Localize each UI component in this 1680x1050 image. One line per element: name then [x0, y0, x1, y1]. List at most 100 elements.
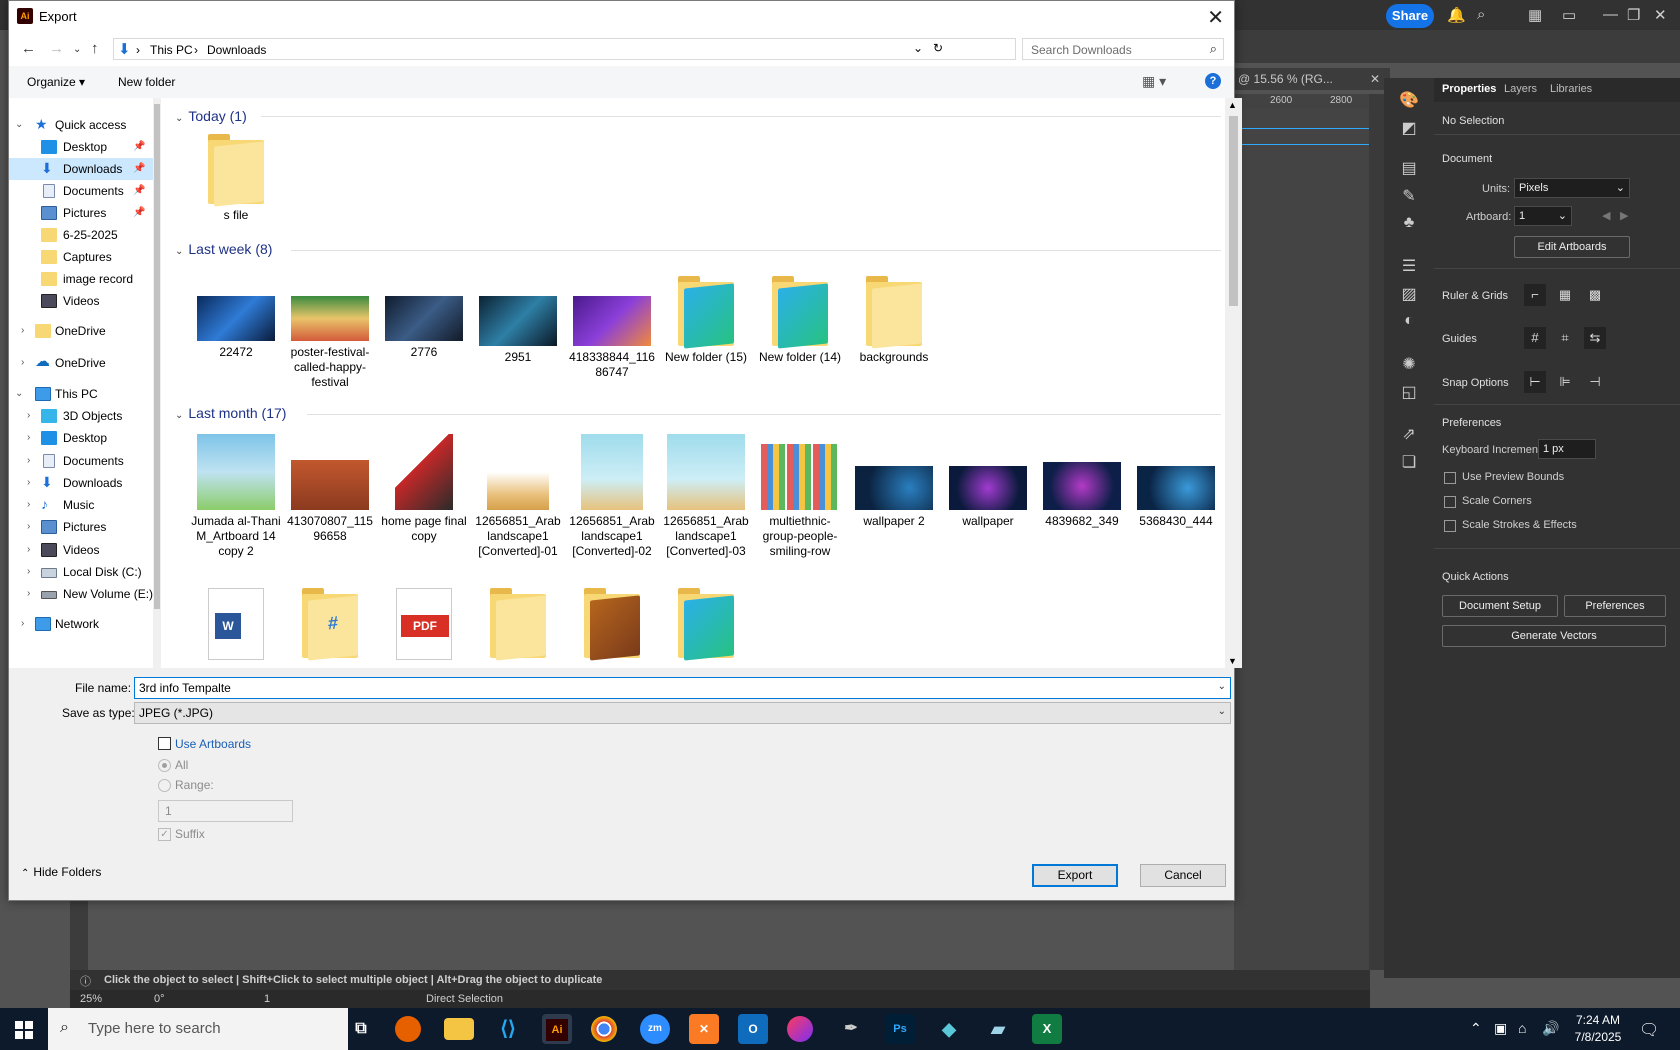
file-tile[interactable]: 12656851_Arab landscape1 [Converted]-03 — [661, 434, 751, 559]
file-tile[interactable]: 4839682_349 — [1037, 434, 1127, 529]
file-tile[interactable]: s file — [191, 134, 281, 223]
folder-tile[interactable]: New folder (14) — [755, 276, 845, 365]
color-icon[interactable]: 🎨 — [1398, 90, 1420, 110]
prev-artboard-icon[interactable]: ◀ — [1602, 209, 1610, 222]
folder-tile[interactable]: backgrounds — [849, 276, 939, 365]
preferences-button[interactable]: Preferences — [1564, 595, 1666, 617]
windows-start-icon[interactable] — [15, 1021, 33, 1039]
gradient-icon[interactable]: ▨ — [1398, 284, 1420, 304]
nav-captures[interactable]: Captures — [9, 246, 155, 268]
zoom-select[interactable]: 25% — [80, 993, 102, 1005]
file-tile[interactable]: multiethnic-group-people-smiling-row — [755, 434, 845, 559]
artboards-icon[interactable]: ❏ — [1398, 452, 1420, 472]
taskbar-clock[interactable]: 7:24 AM 7/8/2025 — [1568, 1012, 1628, 1046]
notifications-icon[interactable]: 🗨 — [1639, 1020, 1659, 1040]
nav-onedrive-personal[interactable]: › OneDrive — [9, 320, 155, 342]
file-tile[interactable]: poster-festival-called-happy-festival — [285, 296, 375, 390]
range-radio[interactable] — [158, 779, 171, 792]
xampp-icon[interactable]: ✕ — [689, 1014, 719, 1044]
file-tile[interactable]: 22472 — [191, 296, 281, 360]
restore-icon[interactable]: ❐ — [1627, 6, 1640, 24]
forward-icon[interactable]: → — [49, 40, 64, 57]
grid-icon[interactable]: ▦ — [1554, 284, 1576, 306]
artboard-select[interactable]: 1 ⌄ — [1514, 206, 1572, 226]
illustrator-taskbar-icon[interactable]: Ai — [542, 1014, 572, 1044]
volume-icon[interactable]: 🔊 — [1542, 1020, 1559, 1037]
export-icon[interactable]: ⇗ — [1398, 424, 1420, 444]
snap-point-icon[interactable]: ⊢ — [1524, 371, 1546, 393]
file-tile[interactable]: W — [191, 588, 281, 660]
chevron-down-icon[interactable]: ⌄ — [913, 41, 923, 55]
edit-artboards-button[interactable]: Edit Artboards — [1514, 236, 1630, 258]
search-icon[interactable]: ⌕ — [1477, 6, 1485, 23]
firefox-icon[interactable] — [395, 1016, 421, 1042]
canvas[interactable] — [1234, 108, 1369, 970]
nav-pc-downloads[interactable]: › ⬇ Downloads — [9, 472, 155, 494]
view-options-icon[interactable]: ▦ ▾ — [1142, 73, 1166, 90]
minimize-icon[interactable]: — — [1603, 6, 1618, 23]
chrome-icon[interactable] — [591, 1016, 617, 1042]
taskbar-search[interactable]: ⌕ Type here to search — [48, 1008, 348, 1050]
tray-app-icon[interactable]: ▣ — [1494, 1020, 1507, 1037]
generate-vectors-button[interactable]: Generate Vectors — [1442, 625, 1666, 647]
app-diamond-icon[interactable]: ◆ — [934, 1014, 964, 1044]
nav-music[interactable]: › ♪ Music — [9, 494, 155, 516]
search-input[interactable]: Search Downloads ⌕ — [1022, 38, 1224, 60]
folder-tile[interactable]: New folder (15) — [661, 276, 751, 365]
nav-desktop[interactable]: Desktop 📌 — [9, 136, 155, 158]
nav-image-record[interactable]: image record — [9, 268, 155, 290]
organize-button[interactable]: Organize ▾ — [27, 75, 85, 89]
nav-new-volume-e[interactable]: › New Volume (E:) — [9, 583, 155, 605]
artboard-nav[interactable]: 1 — [264, 993, 270, 1005]
tab-properties[interactable]: Properties — [1442, 83, 1496, 95]
group-today[interactable]: ⌄ Today (1) — [175, 108, 247, 124]
file-tile[interactable]: home page final copy — [379, 434, 469, 544]
nav-folder-6-25-2025[interactable]: 6-25-2025 — [9, 224, 155, 246]
scroll-thumb[interactable] — [1229, 116, 1238, 306]
nav-3d-objects[interactable]: › 3D Objects — [9, 405, 155, 427]
next-artboard-icon[interactable]: ▶ — [1620, 209, 1628, 222]
tab-layers[interactable]: Layers — [1504, 83, 1537, 95]
help-icon[interactable]: ? — [1205, 73, 1221, 89]
units-select[interactable]: Pixels ⌄ — [1514, 178, 1630, 198]
nav-this-pc[interactable]: ⌄ This PC — [9, 383, 155, 405]
panel-icon[interactable]: ▭ — [1562, 6, 1576, 24]
breadcrumb-downloads[interactable]: Downloads — [207, 43, 266, 57]
file-tile[interactable]: 2951 — [473, 296, 563, 365]
use-artboards-checkbox[interactable] — [158, 737, 171, 750]
tray-expand-icon[interactable]: ⌃ — [1470, 1020, 1482, 1037]
all-radio[interactable] — [158, 759, 171, 772]
file-name-input[interactable]: 3rd info Tempalte ⌄ — [134, 677, 1231, 699]
file-tile[interactable]: 2776 — [379, 296, 469, 360]
document-setup-button[interactable]: Document Setup — [1442, 595, 1558, 617]
transparency-grid-icon[interactable]: ▩ — [1584, 284, 1606, 306]
address-bar[interactable]: ⬇ › This PC › Downloads ⌄ ↻ — [113, 38, 1016, 60]
photoshop-icon[interactable]: Ps — [885, 1014, 915, 1044]
rulers-icon[interactable]: ⌐ — [1524, 284, 1546, 306]
document-tab[interactable]: @ 15.56 % (RG... ✕ — [1234, 68, 1390, 90]
new-folder-button[interactable]: New folder — [118, 75, 175, 89]
file-list-scrollbar[interactable]: ▲ ▼ — [1225, 98, 1242, 668]
file-explorer-icon[interactable] — [444, 1018, 474, 1040]
folder-tile[interactable] — [661, 588, 751, 661]
lock-guides-icon[interactable]: ⌗ — [1554, 327, 1576, 349]
nav-pc-videos[interactable]: › Videos — [9, 539, 155, 561]
app-notes-icon[interactable]: ▰ — [983, 1014, 1013, 1044]
up-icon[interactable]: ↑ — [91, 40, 99, 57]
transparency-icon[interactable]: ◐ — [1398, 312, 1420, 332]
symbols-icon[interactable]: ♣ — [1398, 214, 1420, 234]
file-tile[interactable]: # — [285, 588, 375, 661]
outlook-icon[interactable]: O — [738, 1014, 768, 1044]
breadcrumb-this-pc[interactable]: This PC — [150, 43, 193, 57]
export-button[interactable]: Export — [1032, 864, 1118, 887]
recent-locations-icon[interactable]: ⌄ — [73, 44, 81, 55]
file-tile[interactable]: 413070807_11596658 — [285, 434, 375, 544]
stroke-icon[interactable]: ☰ — [1398, 256, 1420, 276]
network-icon[interactable]: ⌂ — [1518, 1020, 1526, 1036]
nav-pictures[interactable]: Pictures 📌 — [9, 202, 155, 224]
swatches-icon[interactable]: ◩ — [1398, 118, 1420, 138]
scale-corners-checkbox[interactable] — [1444, 496, 1456, 508]
excel-icon[interactable]: X — [1032, 1014, 1062, 1044]
file-tile[interactable]: wallpaper 2 — [849, 434, 939, 529]
chevron-down-icon[interactable]: ⌄ — [1218, 681, 1226, 692]
